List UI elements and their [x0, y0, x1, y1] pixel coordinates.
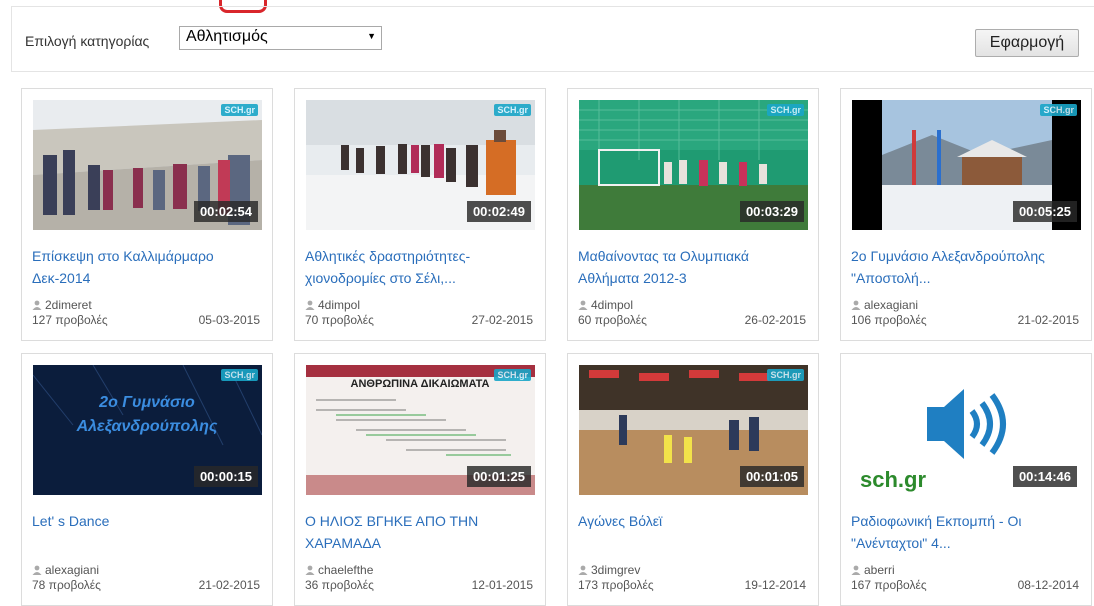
- sch-badge: SCH.gr: [221, 369, 258, 381]
- user-icon: [851, 565, 861, 575]
- sch-badge: SCH.gr: [494, 104, 531, 116]
- video-duration: 00:02:54: [193, 201, 258, 222]
- video-date: 12-01-2015: [471, 578, 533, 592]
- chevron-down-icon: ▼: [367, 31, 376, 41]
- video-title-link[interactable]: 2ο Γυμνάσιο Αλεξανδρούπολης "Αποστολή...: [851, 245, 1073, 289]
- category-filter-label: Επιλογή κατηγορίας: [25, 33, 150, 49]
- video-title-link[interactable]: Let' s Dance: [32, 510, 254, 554]
- video-date: 08-12-2014: [1017, 578, 1079, 592]
- user-icon: [578, 300, 588, 310]
- sch-badge: SCH.gr: [767, 369, 804, 381]
- author-name: 4dimpol: [591, 298, 634, 312]
- video-duration: 00:01:05: [739, 466, 804, 487]
- video-duration: 00:00:15: [193, 466, 258, 487]
- video-title-link[interactable]: Αγώνες Βόλεϊ: [578, 510, 800, 554]
- video-thumbnail[interactable]: sch.gr 00:14:46: [852, 365, 1081, 495]
- video-author: 4dimpol: [305, 298, 360, 312]
- video-views: 70 προβολές: [305, 313, 374, 327]
- video-thumbnail[interactable]: SCH.gr 00:05:25: [852, 100, 1081, 230]
- thumb-caption-1: ΑΝΘΡΩΠΙΝΑ ΔΙΚΑΙΩΜΑΤΑ: [351, 378, 490, 390]
- video-card[interactable]: 2ο Γυμνάσιο Αλεξανδρούπολης SCH.gr 00:00…: [21, 353, 273, 606]
- video-date: 05-03-2015: [198, 313, 260, 327]
- video-date: 26-02-2015: [744, 313, 806, 327]
- author-name: alexagiani: [864, 298, 919, 312]
- thumb-caption-2: Αλεξανδρούπολης: [76, 418, 218, 435]
- video-duration: 00:01:25: [466, 466, 531, 487]
- video-thumbnail[interactable]: SCH.gr 00:02:54: [33, 100, 262, 230]
- sch-badge: SCH.gr: [494, 369, 531, 381]
- author-name: alexagiani: [45, 563, 100, 577]
- video-author: 4dimpol: [578, 298, 633, 312]
- video-views: 167 προβολές: [851, 578, 927, 592]
- user-icon: [578, 565, 588, 575]
- user-icon: [32, 300, 42, 310]
- video-views: 36 προβολές: [305, 578, 374, 592]
- sch-logo: sch.gr: [860, 467, 926, 492]
- video-card[interactable]: SCH.gr 00:03:29 Μαθαίνοντας τα Ολυμπιακά…: [567, 88, 819, 341]
- video-date: 19-12-2014: [744, 578, 806, 592]
- video-author: alexagiani: [32, 563, 99, 577]
- apply-button[interactable]: Εφαρμογή: [975, 29, 1079, 57]
- category-filter-bar: [11, 6, 1094, 72]
- user-icon: [305, 300, 315, 310]
- author-name: 3dimgrev: [591, 563, 641, 577]
- video-title-link[interactable]: Αθλητικές δραστηριότητες-χιονοδρομίες στ…: [305, 245, 527, 289]
- category-select[interactable]: Αθλητισμός ▼: [179, 26, 382, 50]
- video-views: 173 προβολές: [578, 578, 654, 592]
- video-card[interactable]: SCH.gr 00:05:25 2ο Γυμνάσιο Αλεξανδρούπο…: [840, 88, 1092, 341]
- user-icon: [851, 300, 861, 310]
- video-views: 78 προβολές: [32, 578, 101, 592]
- video-card[interactable]: SCH.gr 00:02:54 Επίσκεψη στο Καλλιμάρμαρ…: [21, 88, 273, 341]
- video-author: 2dimeret: [32, 298, 92, 312]
- video-date: 27-02-2015: [471, 313, 533, 327]
- video-thumbnail[interactable]: SCH.gr 00:03:29: [579, 100, 808, 230]
- thumb-caption-1: 2ο Γυμνάσιο: [98, 394, 195, 411]
- author-name: chaelefthe: [318, 563, 374, 577]
- category-select-value: Αθλητισμός: [186, 28, 268, 45]
- video-thumbnail[interactable]: SCH.gr 00:02:49: [306, 100, 535, 230]
- video-card[interactable]: sch.gr 00:14:46 Ραδιοφωνική Εκπομπή - Οι…: [840, 353, 1092, 606]
- video-thumbnail[interactable]: SCH.gr 00:01:05: [579, 365, 808, 495]
- video-date: 21-02-2015: [1017, 313, 1079, 327]
- video-card[interactable]: ΑΝΘΡΩΠΙΝΑ ΔΙΚΑΙΩΜΑΤΑ SCH.gr 00:01:25 Ο Η…: [294, 353, 546, 606]
- video-title-link[interactable]: Επίσκεψη στο Καλλιμάρμαρο Δεκ-2014: [32, 245, 254, 289]
- video-author: 3dimgrev: [578, 563, 640, 577]
- video-title-link[interactable]: Μαθαίνοντας τα Ολυμπιακά Αθλήματα 2012-3: [578, 245, 800, 289]
- author-name: 2dimeret: [45, 298, 92, 312]
- video-views: 60 προβολές: [578, 313, 647, 327]
- video-thumbnail[interactable]: 2ο Γυμνάσιο Αλεξανδρούπολης SCH.gr 00:00…: [33, 365, 262, 495]
- video-author: alexagiani: [851, 298, 918, 312]
- video-card[interactable]: SCH.gr 00:02:49 Αθλητικές δραστηριότητες…: [294, 88, 546, 341]
- sch-badge: SCH.gr: [221, 104, 258, 116]
- video-views: 127 προβολές: [32, 313, 108, 327]
- video-views: 106 προβολές: [851, 313, 927, 327]
- user-icon: [305, 565, 315, 575]
- author-name: 4dimpol: [318, 298, 361, 312]
- video-title-link[interactable]: Ο ΗΛΙΟΣ ΒΓΗΚΕ ΑΠΟ ΤΗΝ ΧΑΡΑΜΑΔΑ: [305, 510, 527, 554]
- video-duration: 00:02:49: [466, 201, 531, 222]
- video-author: aberri: [851, 563, 895, 577]
- video-duration: 00:05:25: [1012, 201, 1077, 222]
- sch-badge: SCH.gr: [767, 104, 804, 116]
- video-duration: 00:14:46: [1012, 466, 1077, 487]
- video-thumbnail[interactable]: ΑΝΘΡΩΠΙΝΑ ΔΙΚΑΙΩΜΑΤΑ SCH.gr 00:01:25: [306, 365, 535, 495]
- video-date: 21-02-2015: [198, 578, 260, 592]
- author-name: aberri: [864, 563, 895, 577]
- video-title-link[interactable]: Ραδιοφωνική Εκπομπή - Οι "Ανένταχτοι" 4.…: [851, 510, 1073, 554]
- user-icon: [32, 565, 42, 575]
- video-duration: 00:03:29: [739, 201, 804, 222]
- video-card[interactable]: SCH.gr 00:01:05 Αγώνες Βόλεϊ 3dimgrev 17…: [567, 353, 819, 606]
- video-author: chaelefthe: [305, 563, 373, 577]
- sch-badge: SCH.gr: [1040, 104, 1077, 116]
